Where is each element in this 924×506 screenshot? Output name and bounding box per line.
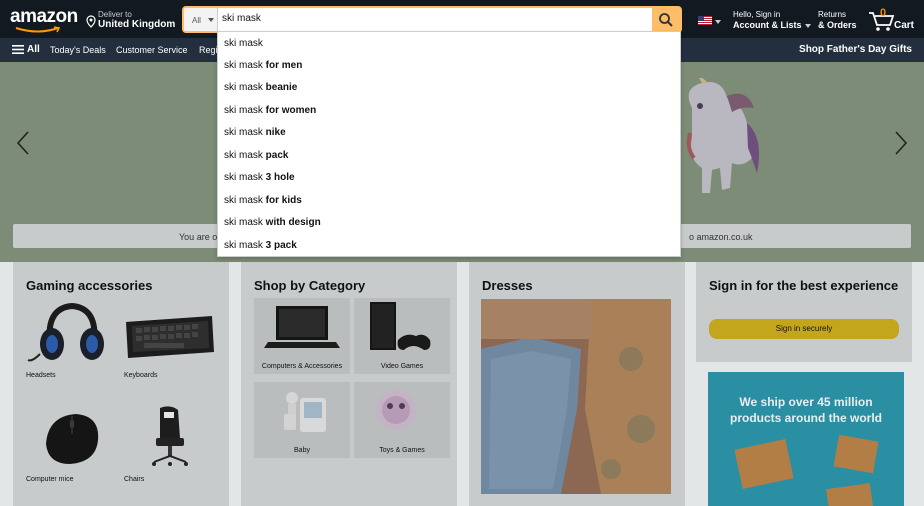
nav-promo-link[interactable]: Shop Father's Day Gifts bbox=[799, 44, 912, 55]
suggestion-item[interactable]: ski mask for men bbox=[224, 55, 674, 77]
suggestion-item[interactable]: ski mask 3 hole bbox=[224, 167, 674, 189]
cart-button[interactable]: 0 Cart bbox=[868, 7, 918, 32]
card-title[interactable]: Shop by Category bbox=[254, 277, 365, 295]
sign-in-button[interactable]: Sign in securely bbox=[709, 319, 899, 339]
tile-caption: Headsets bbox=[26, 372, 56, 379]
tile-computers-accessories[interactable]: Computers & Accessories bbox=[254, 298, 350, 374]
suggestion-item[interactable]: ski mask with design bbox=[224, 212, 674, 234]
orders-label: & Orders bbox=[818, 20, 857, 30]
tile-caption: Keyboards bbox=[124, 372, 158, 379]
logo-smile-icon bbox=[15, 26, 61, 33]
keyboard-image bbox=[126, 316, 214, 358]
tile-caption: Video Games bbox=[380, 363, 424, 370]
card-gaming-accessories: Gaming accessories Headsets Keyboards Co… bbox=[13, 262, 229, 506]
shipping-banner[interactable]: We ship over 45 million products around … bbox=[708, 372, 904, 506]
deliver-label: Deliver to bbox=[98, 10, 132, 19]
headset-image bbox=[27, 302, 104, 362]
search-icon bbox=[659, 13, 673, 27]
search-suggestions: ski mask ski mask for men ski mask beani… bbox=[217, 31, 681, 257]
amazon-logo[interactable]: amazon bbox=[10, 6, 78, 33]
account-label: Account & Lists bbox=[733, 20, 811, 30]
suggestion-item[interactable]: ski mask for kids bbox=[224, 190, 674, 212]
tile-computer-mice[interactable]: Computer mice bbox=[26, 404, 118, 483]
logo-text: amazon bbox=[10, 6, 78, 27]
search-input[interactable]: ski mask bbox=[222, 13, 261, 24]
account-lists[interactable]: Hello, Sign in Account & Lists bbox=[733, 10, 811, 30]
suggestion-item[interactable]: ski mask beanie bbox=[224, 77, 674, 99]
tile-video-games[interactable]: Video Games bbox=[354, 298, 450, 374]
nav-link-todays-deals[interactable]: Today's Deals bbox=[50, 45, 106, 55]
deliver-country: United Kingdom bbox=[98, 19, 176, 30]
shipping-banner-text: We ship over 45 million products around … bbox=[730, 395, 882, 425]
search-category-select[interactable]: All bbox=[184, 8, 218, 31]
uk-flag-icon[interactable] bbox=[698, 16, 712, 25]
suggestion-item[interactable]: ski mask pack bbox=[224, 145, 674, 167]
tile-caption: Toys & Games bbox=[379, 447, 425, 454]
nav-link-registry[interactable]: Regi bbox=[199, 45, 218, 55]
card-title[interactable]: Gaming accessories bbox=[26, 277, 152, 295]
suggestion-item[interactable]: ski mask bbox=[224, 33, 674, 55]
unicorn-toy-image bbox=[686, 78, 760, 193]
suggestion-item[interactable]: ski mask nike bbox=[224, 122, 674, 144]
card-sign-in: Sign in for the best experience Sign in … bbox=[696, 262, 912, 362]
tile-toys-games[interactable]: Toys & Games bbox=[354, 382, 450, 458]
toy-ball-image bbox=[376, 390, 416, 430]
carousel-prev-icon[interactable] bbox=[16, 130, 30, 156]
package-box-icon bbox=[734, 439, 794, 489]
dresses-image[interactable] bbox=[481, 299, 671, 494]
search-category-label: All bbox=[192, 16, 201, 25]
suggestion-item[interactable]: ski mask for women bbox=[224, 100, 674, 122]
baby-monitor-image bbox=[284, 392, 326, 432]
carousel-next-icon[interactable] bbox=[894, 130, 908, 156]
hamburger-icon bbox=[12, 45, 24, 54]
tile-keyboards[interactable]: Keyboards bbox=[124, 300, 216, 379]
card-dresses: Dresses bbox=[469, 262, 685, 506]
suggestion-item[interactable]: ski mask 3 pack bbox=[224, 235, 674, 257]
notice-text-right[interactable]: o amazon.co.uk bbox=[689, 232, 753, 242]
cart-count: 0 bbox=[880, 7, 887, 19]
tile-caption: Computers & Accessories bbox=[261, 363, 343, 370]
returns-label: Returns bbox=[818, 10, 847, 19]
all-menu-label: All bbox=[27, 44, 40, 55]
tile-headsets[interactable]: Headsets bbox=[26, 300, 118, 379]
gaming-chair-image bbox=[152, 406, 188, 466]
location-pin-icon bbox=[86, 15, 96, 28]
chevron-down-icon bbox=[208, 18, 214, 22]
search-bar: All ski mask bbox=[182, 6, 682, 33]
tile-baby[interactable]: Baby bbox=[254, 382, 350, 458]
tile-caption: Chairs bbox=[124, 476, 145, 483]
tile-chairs[interactable]: Chairs bbox=[124, 404, 216, 483]
mouse-image bbox=[46, 414, 99, 464]
language-chevron-icon bbox=[715, 20, 721, 24]
game-console-image bbox=[370, 302, 431, 350]
nav-link-customer-service[interactable]: Customer Service bbox=[116, 45, 188, 55]
laptop-image bbox=[264, 306, 340, 348]
notice-text-left: You are o bbox=[179, 232, 218, 242]
search-button[interactable] bbox=[652, 8, 680, 31]
returns-orders[interactable]: Returns & Orders bbox=[818, 10, 857, 30]
tile-caption: Baby bbox=[294, 447, 310, 454]
tile-caption: Computer mice bbox=[26, 476, 74, 483]
card-shop-by-category: Shop by Category Computers & Accessories… bbox=[241, 262, 457, 506]
package-box-icon bbox=[833, 434, 879, 474]
account-greeting: Hello, Sign in bbox=[733, 10, 781, 19]
chevron-down-icon bbox=[804, 23, 811, 28]
cart-label: Cart bbox=[894, 20, 915, 31]
card-title[interactable]: Dresses bbox=[482, 277, 533, 295]
card-title: Sign in for the best experience bbox=[709, 278, 899, 293]
package-box-icon bbox=[826, 483, 874, 506]
